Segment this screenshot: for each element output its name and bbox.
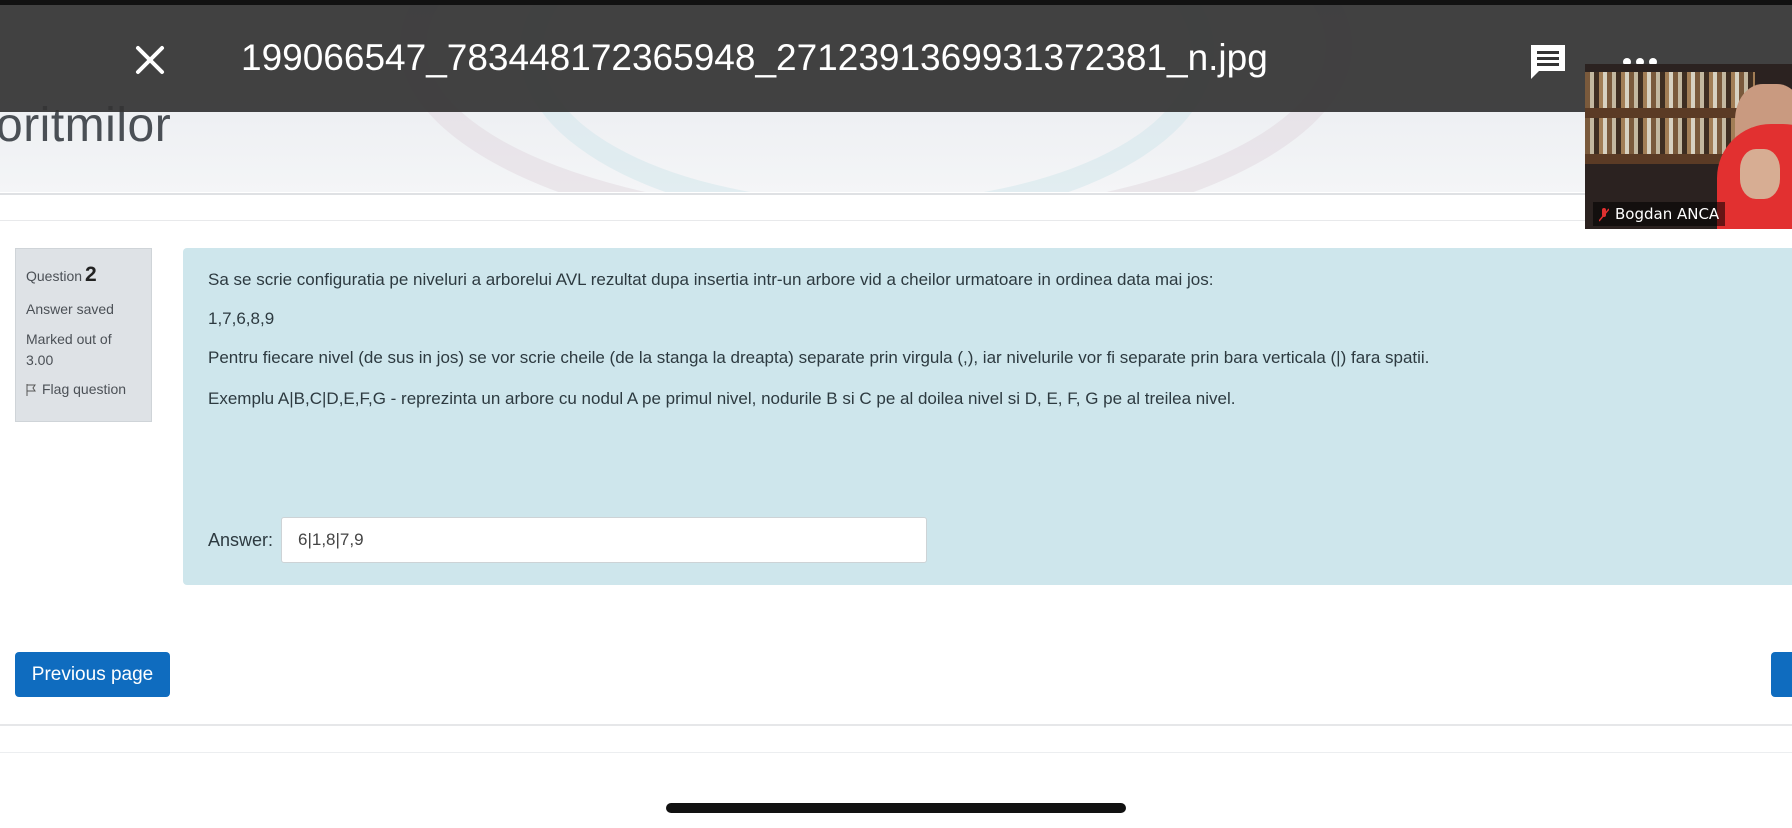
participant-hand <box>1740 149 1780 199</box>
home-indicator[interactable] <box>666 803 1126 813</box>
participant-video-tile[interactable]: Bogdan ANCA <box>1585 64 1792 229</box>
next-page-button[interactable] <box>1771 652 1792 697</box>
answer-label: Answer: <box>208 530 274 550</box>
question-instructions: Pentru fiecare nivel (de sus in jos) se … <box>208 348 1430 367</box>
header-divider <box>0 193 1792 195</box>
content-divider <box>0 220 1792 221</box>
comment-icon[interactable] <box>1527 41 1569 83</box>
question-label: Question <box>26 268 83 284</box>
image-viewer-toolbar: 199066547_783448172365948_27123913699313… <box>0 0 1792 112</box>
footer-divider <box>0 724 1792 726</box>
participant-name: Bogdan ANCA <box>1615 205 1720 223</box>
question-content: Sa se scrie configuratia pe niveluri a a… <box>183 248 1792 585</box>
answer-input[interactable] <box>281 517 927 563</box>
question-state: Answer saved <box>26 301 114 317</box>
flag-icon <box>26 384 36 397</box>
question-keys: 1,7,6,8,9 <box>208 309 275 328</box>
footer-divider <box>0 752 1792 753</box>
question-number: Question 2 <box>26 263 141 287</box>
mic-muted-icon <box>1599 207 1609 221</box>
question-marks: Marked out of 3.00 <box>26 331 112 368</box>
question-number-value: 2 <box>85 263 97 286</box>
flag-question-label: Flag question <box>42 381 127 397</box>
question-text: Sa se scrie configuratia pe niveluri a a… <box>208 270 1214 289</box>
flag-question-link[interactable]: Flag question <box>26 381 141 397</box>
question-example: Exemplu A|B,C|D,E,F,G - reprezinta un ar… <box>208 389 1236 408</box>
participant-label: Bogdan ANCA <box>1593 202 1726 226</box>
file-name: 199066547_783448172365948_27123913699313… <box>241 37 1268 78</box>
question-info-panel: Question 2 Answer saved Marked out of 3.0… <box>15 248 152 422</box>
close-icon[interactable] <box>133 43 167 77</box>
previous-page-button[interactable]: Previous page <box>15 652 170 697</box>
bookshelf-row <box>1585 72 1755 108</box>
